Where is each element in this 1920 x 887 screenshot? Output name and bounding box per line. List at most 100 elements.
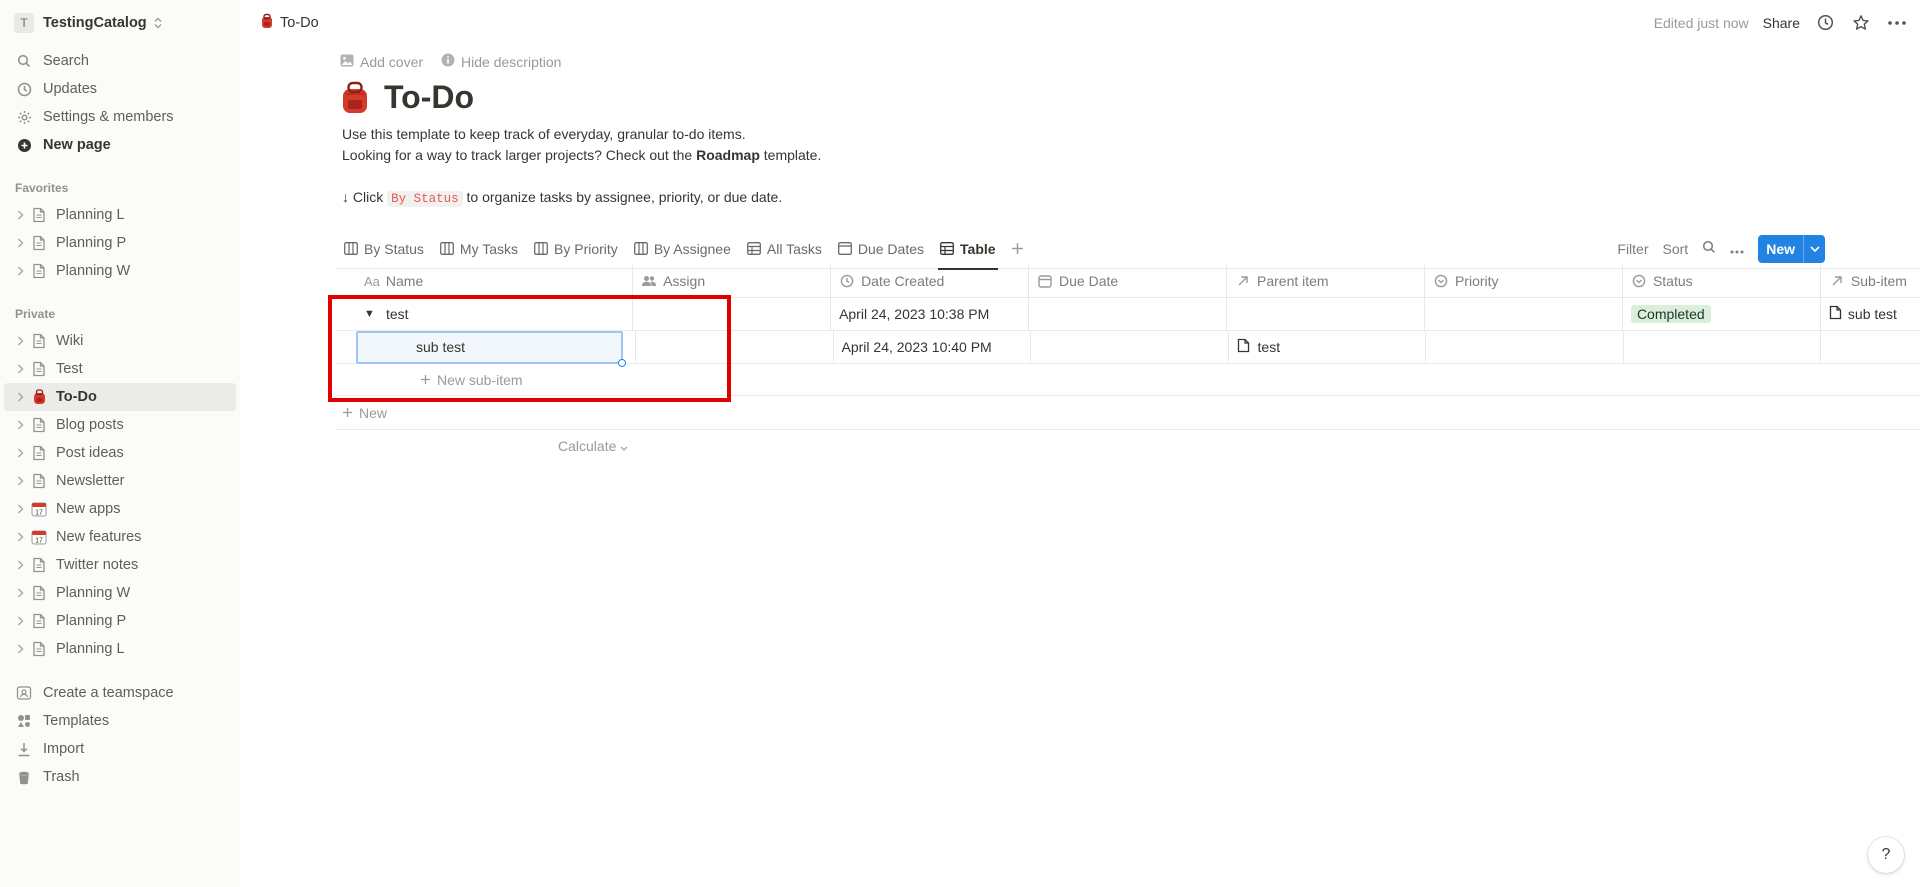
priority-cell[interactable]	[1426, 331, 1624, 363]
chevron-right-icon[interactable]	[14, 611, 26, 631]
priority-cell[interactable]	[1425, 298, 1623, 330]
chevron-right-icon[interactable]	[14, 387, 26, 407]
status-cell[interactable]: Completed	[1623, 298, 1821, 330]
tab-by-status[interactable]: By Status	[336, 229, 432, 269]
name-edit-field[interactable]: sub test	[356, 330, 626, 367]
new-button[interactable]: New	[1758, 234, 1825, 263]
column-date-created-header[interactable]: Date Created	[831, 265, 1030, 297]
sidebar-page-planning-l[interactable]: Planning L	[0, 201, 240, 229]
share-button[interactable]: Share	[1763, 15, 1800, 31]
sidebar-page-planning-l[interactable]: Planning L	[0, 635, 240, 663]
tab-all-tasks[interactable]: All Tasks	[739, 229, 830, 269]
resize-handle[interactable]	[618, 358, 626, 367]
new-sub-item-button[interactable]: New sub-item	[336, 364, 836, 396]
name-cell[interactable]: sub test	[336, 330, 636, 367]
sidebar-page-planning-w[interactable]: Planning W	[0, 579, 240, 607]
column-due-date-header[interactable]: Due Date	[1029, 265, 1227, 297]
table-row[interactable]: ▼ test April 24, 2023 10:38 PM Completed…	[336, 298, 1920, 331]
sidebar-search[interactable]: Search	[0, 47, 240, 75]
new-row-button[interactable]: New	[336, 397, 1920, 430]
chevron-down-icon[interactable]	[1803, 234, 1825, 263]
chevron-right-icon[interactable]	[14, 471, 26, 491]
column-parent-item-header[interactable]: Parent item	[1227, 265, 1425, 297]
parent-item-cell[interactable]: test	[1229, 331, 1427, 363]
calculate-button[interactable]: Calculate	[336, 430, 1920, 462]
help-button[interactable]: ?	[1868, 837, 1904, 873]
add-cover-button[interactable]: Add cover	[340, 53, 423, 70]
tab-by-priority[interactable]: By Priority	[526, 229, 626, 269]
chevron-right-icon[interactable]	[14, 415, 26, 435]
column-assign-header[interactable]: Assign	[633, 265, 832, 297]
chevron-right-icon[interactable]	[14, 331, 26, 351]
tab-due-dates[interactable]: Due Dates	[830, 229, 932, 269]
chevron-right-icon[interactable]	[14, 555, 26, 575]
chevron-right-icon[interactable]	[14, 499, 26, 519]
tab-table[interactable]: Table	[932, 229, 1004, 270]
workspace-switcher[interactable]: T TestingCatalog	[0, 0, 240, 45]
table-row[interactable]: sub test April 24, 2023 10:40 PM test	[336, 330, 1920, 367]
sidebar-create-a-teamspace[interactable]: Create a teamspace	[0, 679, 240, 707]
assign-cell[interactable]	[633, 298, 832, 330]
page-description[interactable]: Use this template to keep track of every…	[342, 124, 821, 210]
new-button-label[interactable]: New	[1758, 235, 1803, 263]
more-icon[interactable]	[1730, 241, 1744, 257]
sidebar-page-planning-w[interactable]: Planning W	[0, 257, 240, 285]
sidebar-page-twitter-notes[interactable]: Twitter notes	[0, 551, 240, 579]
page-title[interactable]: To-Do	[384, 79, 474, 116]
sidebar-import[interactable]: Import	[0, 735, 240, 763]
sidebar-page-new-apps[interactable]: 17 New apps	[0, 495, 240, 523]
sidebar-templates[interactable]: Templates	[0, 707, 240, 735]
backpack-icon[interactable]	[340, 81, 370, 115]
sidebar-page-newsletter[interactable]: Newsletter	[0, 467, 240, 495]
chevron-right-icon[interactable]	[14, 205, 26, 225]
tab-by-assignee[interactable]: By Assignee	[626, 229, 739, 269]
date-created-cell[interactable]: April 24, 2023 10:38 PM	[831, 298, 1030, 330]
chevron-right-icon[interactable]	[14, 233, 26, 253]
name-cell[interactable]: ▼ test	[336, 298, 634, 330]
star-icon[interactable]	[1850, 12, 1872, 34]
history-icon[interactable]	[1814, 12, 1836, 34]
sidebar-page-planning-p[interactable]: Planning P	[0, 607, 240, 635]
due-date-cell[interactable]	[1031, 331, 1229, 363]
more-icon[interactable]	[1886, 12, 1908, 34]
chevron-right-icon[interactable]	[14, 639, 26, 659]
sidebar-page-to-do[interactable]: To-Do	[4, 383, 236, 411]
parent-item-cell[interactable]	[1227, 298, 1425, 330]
status-cell[interactable]	[1624, 331, 1822, 363]
column-name-header[interactable]: Aa Name	[336, 265, 634, 297]
hide-description-button[interactable]: Hide description	[441, 53, 561, 70]
filter-button[interactable]: Filter	[1617, 241, 1648, 257]
chevron-right-icon[interactable]	[14, 359, 26, 379]
sidebar-settings[interactable]: Settings & members	[0, 103, 240, 131]
sidebar-page-test[interactable]: Test	[0, 355, 240, 383]
add-view-icon[interactable]	[1006, 237, 1030, 261]
parent-item-link[interactable]: test	[1258, 339, 1281, 355]
due-date-cell[interactable]	[1029, 298, 1227, 330]
date-created-cell[interactable]: April 24, 2023 10:40 PM	[834, 331, 1032, 363]
chevron-right-icon[interactable]	[14, 527, 26, 547]
column-priority-header[interactable]: Priority	[1425, 265, 1623, 297]
assign-cell[interactable]	[636, 331, 834, 363]
triangle-down-icon[interactable]: ▼	[364, 308, 376, 320]
sidebar-page-post-ideas[interactable]: Post ideas	[0, 439, 240, 467]
sidebar-page-blog-posts[interactable]: Blog posts	[0, 411, 240, 439]
search-icon[interactable]	[1702, 240, 1716, 257]
tab-my-tasks[interactable]: My Tasks	[432, 229, 526, 269]
breadcrumb[interactable]: To-Do	[260, 13, 319, 33]
sidebar-new-page[interactable]: New page	[0, 131, 240, 159]
chevron-right-icon[interactable]	[14, 261, 26, 281]
column-status-header[interactable]: Status	[1623, 265, 1821, 297]
sidebar-page-wiki[interactable]: Wiki	[0, 327, 240, 355]
column-sub-item-header[interactable]: Sub-item	[1821, 265, 1920, 297]
sort-button[interactable]: Sort	[1663, 241, 1689, 257]
chevron-right-icon[interactable]	[14, 583, 26, 603]
sidebar-trash[interactable]: Trash	[0, 763, 240, 791]
sub-item-link[interactable]: sub test	[1848, 306, 1897, 322]
sidebar-page-new-features[interactable]: 17 New features	[0, 523, 240, 551]
chevron-right-icon[interactable]	[14, 443, 26, 463]
sidebar-page-planning-p[interactable]: Planning P	[0, 229, 240, 257]
sidebar-updates[interactable]: Updates	[0, 75, 240, 103]
sub-item-cell[interactable]: sub test	[1821, 298, 1920, 330]
sub-item-cell[interactable]	[1821, 331, 1920, 363]
roadmap-link[interactable]: Roadmap	[696, 147, 760, 163]
